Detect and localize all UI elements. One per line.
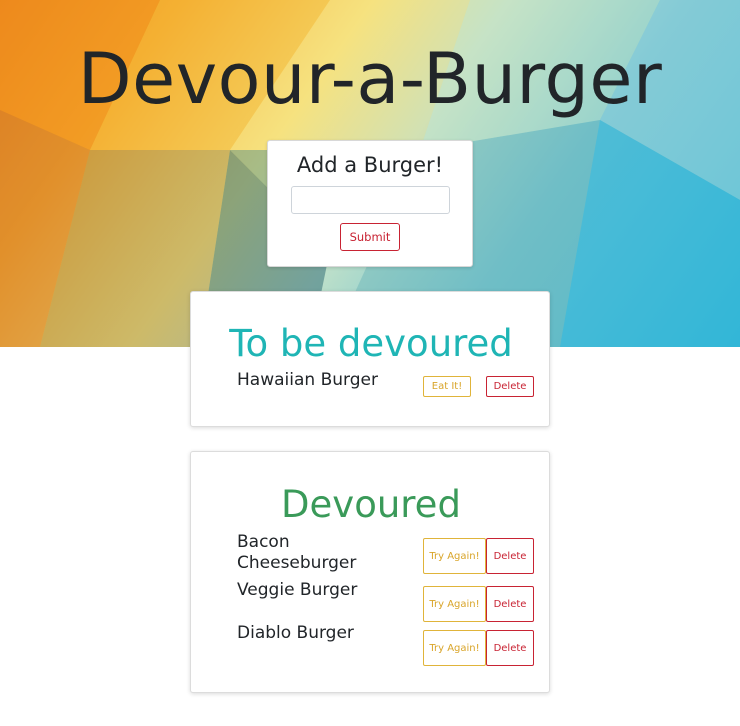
add-burger-title: Add a Burger!	[296, 153, 444, 177]
devoured-heading: Devoured	[281, 483, 461, 526]
delete-button[interactable]: Delete	[486, 538, 534, 574]
devoured-card: Devoured Bacon Cheeseburger Try Again! D…	[190, 451, 550, 693]
burger-name: Veggie Burger	[237, 580, 358, 600]
to-be-devoured-card: To be devoured Hawaiian Burger Eat It! D…	[190, 291, 550, 427]
try-again-button[interactable]: Try Again!	[423, 586, 486, 622]
burger-name: Diablo Burger	[237, 623, 354, 643]
try-again-button[interactable]: Try Again!	[423, 630, 486, 666]
try-again-button[interactable]: Try Again!	[423, 538, 486, 574]
burger-name: Hawaiian Burger	[237, 370, 378, 390]
burger-name: Bacon Cheeseburger	[237, 532, 357, 573]
add-burger-form: Add a Burger! Submit	[267, 140, 473, 267]
delete-button[interactable]: Delete	[486, 586, 534, 622]
delete-button[interactable]: Delete	[486, 630, 534, 666]
submit-button[interactable]: Submit	[339, 223, 401, 251]
delete-button[interactable]: Delete	[486, 376, 534, 397]
burger-name-input[interactable]	[290, 186, 450, 214]
eat-it-button[interactable]: Eat It!	[423, 376, 471, 397]
app-title: Devour-a-Burger	[77, 38, 663, 120]
to-be-devoured-heading: To be devoured	[229, 322, 513, 365]
